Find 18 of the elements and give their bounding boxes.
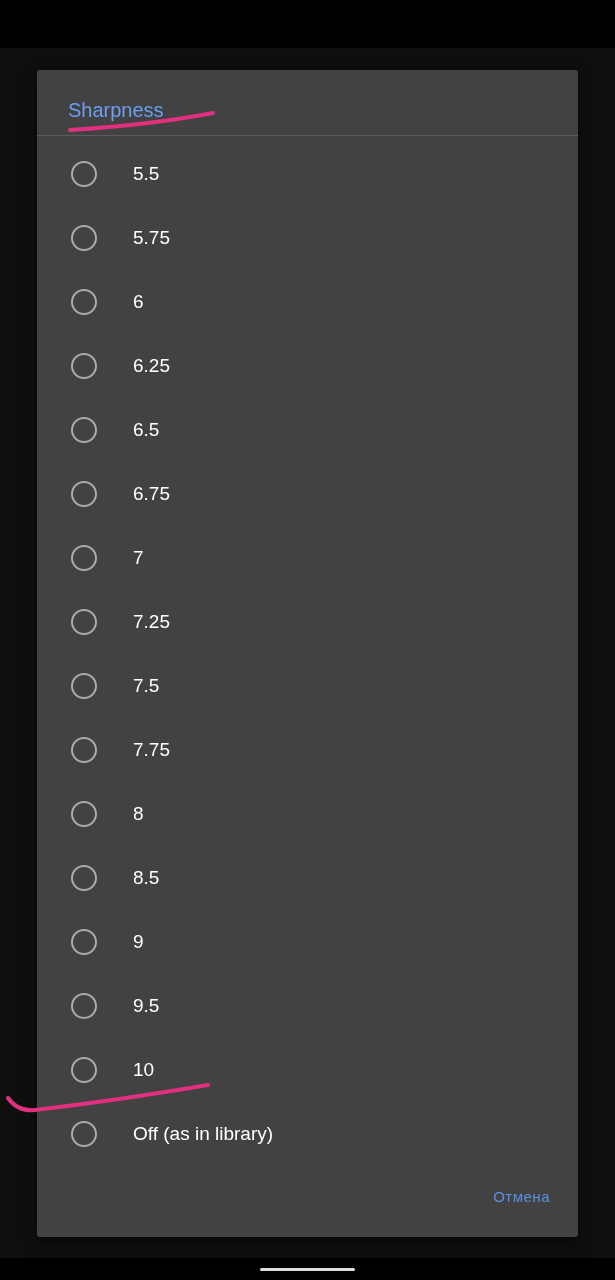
radio-option[interactable]: 6.25 xyxy=(37,334,578,398)
home-indicator[interactable] xyxy=(260,1267,355,1271)
radio-option[interactable]: 7 xyxy=(37,526,578,590)
radio-option[interactable]: 5.75 xyxy=(37,206,578,270)
radio-option[interactable]: 8.5 xyxy=(37,846,578,910)
radio-option[interactable]: 6 xyxy=(37,270,578,334)
radio-option[interactable]: 5.5 xyxy=(37,142,578,206)
radio-option[interactable]: 8 xyxy=(37,782,578,846)
radio-option[interactable]: 9 xyxy=(37,910,578,974)
radio-option[interactable]: 6.5 xyxy=(37,398,578,462)
radio-option[interactable]: 9.5 xyxy=(37,974,578,1038)
radio-option[interactable]: 10 xyxy=(37,1038,578,1102)
radio-option[interactable]: 7.25 xyxy=(37,590,578,654)
radio-option[interactable]: 7.5 xyxy=(37,654,578,718)
radio-option[interactable]: 7.75 xyxy=(37,718,578,782)
radio-option[interactable]: 6.75 xyxy=(37,462,578,526)
radio-option[interactable]: Off (as in library) xyxy=(37,1102,578,1166)
dialog-title: Sharpness xyxy=(68,97,164,123)
